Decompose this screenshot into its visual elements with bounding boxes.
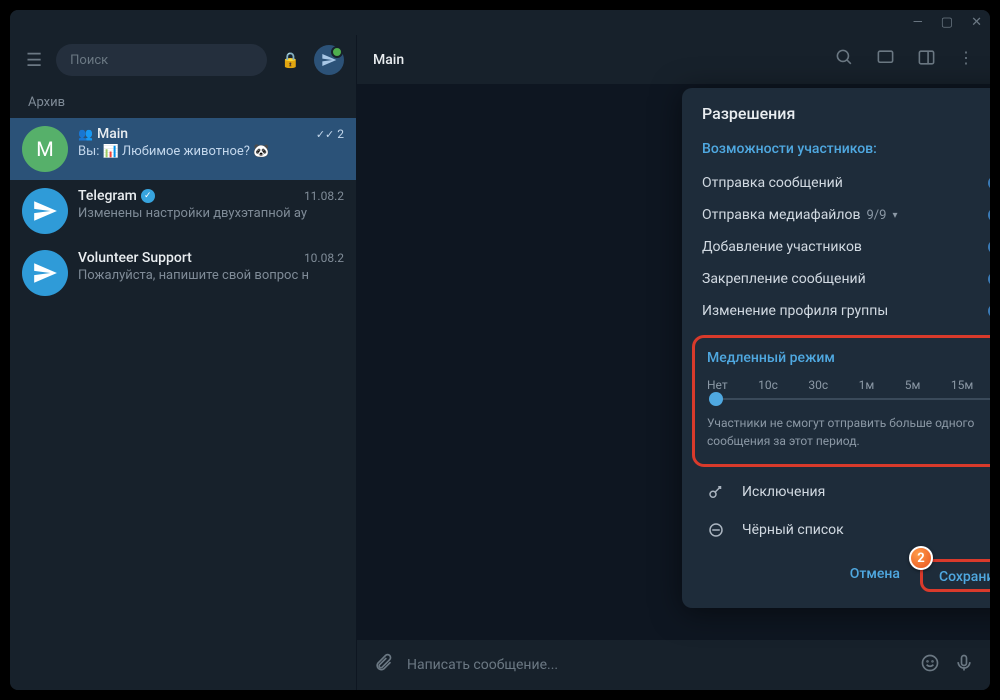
save-button[interactable]: Сохранить (935, 566, 990, 588)
permission-row[interactable]: Изменение профиля группы ✓ (682, 295, 990, 327)
attach-icon[interactable] (373, 653, 393, 677)
chat-title[interactable]: Main (373, 52, 404, 68)
chat-name: Volunteer Support (78, 250, 192, 266)
dialog-title: Разрешения (682, 104, 990, 137)
window-minimize[interactable]: — (913, 15, 923, 30)
permission-label: Изменение профиля группы (702, 303, 888, 319)
group-icon: 👥 (78, 127, 93, 141)
search-icon[interactable] (835, 48, 854, 71)
permission-label: Отправка медиафайлов 9/9 ▾ (702, 207, 898, 223)
chat-icon[interactable] (876, 48, 895, 71)
slider-label[interactable]: 30с (808, 378, 828, 392)
chat-name: 👥 Main (78, 126, 128, 142)
message-input[interactable]: Написать сообщение... (407, 657, 906, 673)
chat-avatar: M (22, 126, 68, 172)
sidepanel-icon[interactable] (917, 48, 936, 71)
key-icon (706, 483, 726, 501)
more-icon[interactable]: ⋮ (958, 48, 974, 71)
toggle-switch[interactable]: ✓ (988, 304, 990, 318)
lock-icon[interactable]: 🔒 (277, 47, 304, 73)
slider-handle[interactable] (709, 392, 723, 406)
chat-date: 11.08.2 (304, 189, 344, 203)
permission-row[interactable]: Закрепление сообщений ✓ (682, 263, 990, 295)
titlebar: — ▢ ✕ (10, 10, 990, 35)
toggle-switch[interactable]: ✓ (988, 272, 990, 286)
archive-label: Архив (10, 85, 356, 118)
slider-label[interactable]: 10с (758, 378, 778, 392)
permissions-dialog: Разрешения Возможности участников: Отпра… (682, 88, 990, 608)
permission-label: Добавление участников (702, 239, 862, 255)
chat-preview: Изменены настройки двухэтапной ау (78, 206, 344, 221)
slider-label[interactable]: Нет (707, 378, 728, 392)
sidebar: ☰ Поиск 🔒 Архив M 👥 Main ✓✓2 (10, 35, 357, 690)
chat-avatar (22, 250, 68, 296)
chat-date: ✓✓2 (316, 127, 344, 141)
chat-item[interactable]: M 👥 Main ✓✓2 Вы: 📊 Любимое животное? 🐼 (10, 118, 356, 180)
chat-name: Telegram ✓ (78, 188, 155, 204)
send-plane-icon[interactable] (314, 45, 344, 75)
search-input[interactable]: Поиск (56, 44, 267, 76)
slider-labels: Нет10с30с1м5м15м1ч (707, 378, 990, 392)
slider-label[interactable]: 5м (905, 378, 921, 392)
chat-item[interactable]: Volunteer Support 10.08.2 Пожалуйста, на… (10, 242, 356, 304)
chat-item[interactable]: Telegram ✓ 11.08.2 Изменены настройки дв… (10, 180, 356, 242)
chat-preview: Пожалуйста, напишите свой вопрос н (78, 268, 344, 283)
chat-header: Main ⋮ (357, 35, 990, 85)
search-placeholder: Поиск (70, 53, 108, 68)
slow-mode-section: 1 Медленный режим Нет10с30с1м5м15м1ч Уча… (692, 335, 990, 467)
blocked-icon (706, 521, 726, 539)
emoji-icon[interactable] (920, 653, 940, 677)
blacklist-row[interactable]: Чёрный список (682, 511, 990, 549)
permission-row[interactable]: Добавление участников ✓ (682, 231, 990, 263)
window-maximize[interactable]: ▢ (941, 15, 953, 30)
read-checks-icon: ✓✓ (316, 128, 334, 141)
slider-label[interactable]: 1м (859, 378, 875, 392)
exclusions-row[interactable]: Исключения (682, 473, 990, 511)
annotation-badge-2: 2 (909, 546, 933, 570)
chat-avatar (22, 188, 68, 234)
main-area: Main ⋮ (357, 35, 990, 690)
menu-icon[interactable]: ☰ (22, 46, 46, 75)
permission-label: Отправка сообщений (702, 175, 843, 191)
slow-mode-title: Медленный режим (707, 350, 990, 366)
slow-mode-description: Участники не смогут отправить больше одн… (707, 414, 990, 450)
toggle-switch[interactable]: ✓ (988, 208, 990, 222)
save-button-highlight: 2 Сохранить (920, 559, 990, 592)
dialog-section-label: Возможности участников: (682, 137, 990, 167)
chat-preview: Вы: 📊 Любимое животное? 🐼 (78, 144, 344, 159)
toggle-switch[interactable]: ✓ (988, 176, 990, 190)
cancel-button[interactable]: Отмена (836, 559, 914, 592)
permission-row[interactable]: Отправка медиафайлов 9/9 ▾ ✓ (682, 199, 990, 231)
permission-row[interactable]: Отправка сообщений ✓ (682, 167, 990, 199)
toggle-switch[interactable]: ✓ (988, 240, 990, 254)
app-window: — ▢ ✕ ☰ Поиск 🔒 Архив M 👥 Mai (10, 10, 990, 690)
message-input-bar: Написать сообщение... (357, 640, 990, 690)
window-close[interactable]: ✕ (971, 15, 982, 30)
slider-label[interactable]: 15м (951, 378, 973, 392)
mic-icon[interactable] (954, 653, 974, 677)
permission-label: Закрепление сообщений (702, 271, 866, 287)
chat-date: 10.08.2 (304, 251, 344, 265)
verified-icon: ✓ (141, 189, 155, 203)
chevron-down-icon: ▾ (892, 210, 897, 221)
slow-mode-slider[interactable] (709, 398, 990, 400)
